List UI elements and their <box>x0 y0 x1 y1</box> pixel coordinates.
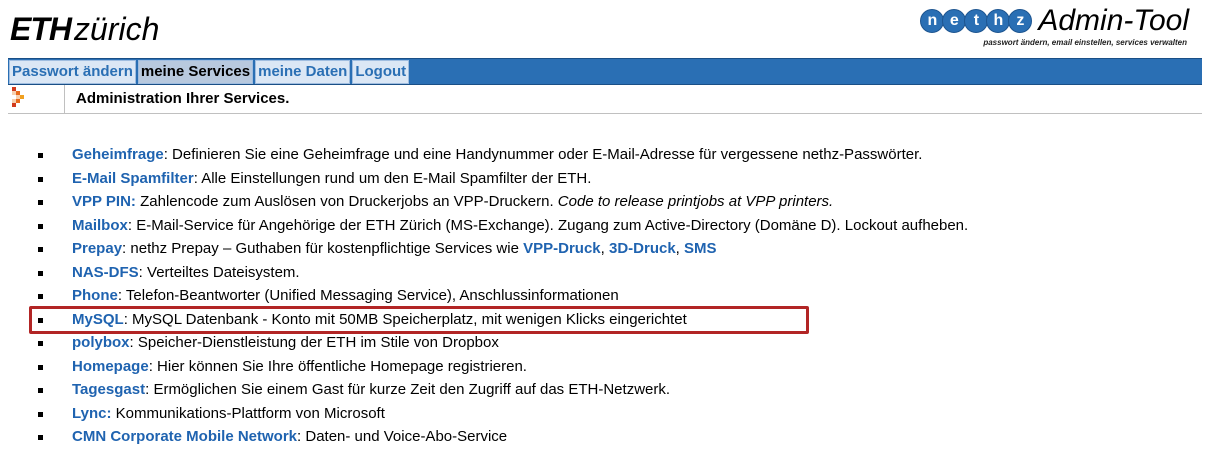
service-description: Speicher-Dienstleistung der ETH im Stile… <box>137 334 499 351</box>
bullet-icon <box>38 317 43 323</box>
nethz-bubbles: n e t h z <box>920 9 1033 33</box>
service-separator: : <box>138 263 148 281</box>
service-item: polybox: Speicher-Dienstleistung der ETH… <box>38 331 968 355</box>
sub-service-link[interactable]: 3D-Druck <box>609 240 676 257</box>
link-separator: , <box>675 240 685 257</box>
bullet-icon <box>38 364 43 370</box>
bullet-icon <box>38 341 43 346</box>
bullet-icon <box>38 223 43 229</box>
service-description: Hier können Sie Ihre öffentliche Homepag… <box>157 357 527 375</box>
service-separator: : <box>129 334 138 351</box>
bullet-icon <box>38 411 43 417</box>
section-title: Administration Ihrer Services. <box>76 90 290 107</box>
admin-tool-tagline: passwort ändern, email einstellen, servi… <box>983 38 1187 47</box>
bullet-icon <box>38 153 43 158</box>
service-description: Definieren Sie eine Geheimfrage und eine… <box>172 146 923 163</box>
nethz-letter-t: t <box>964 9 989 33</box>
bullet-icon <box>38 176 43 182</box>
service-link[interactable]: NAS-DFS <box>72 264 139 281</box>
service-link[interactable]: VPP PIN: <box>72 193 136 210</box>
service-description-english: Code to release printjobs at VPP printer… <box>557 193 834 210</box>
nav-logout[interactable]: Logout <box>352 60 410 84</box>
page-header: ETHzürich n e t h z Admin-Tool passwort … <box>0 0 1207 58</box>
eth-zurich-logo[interactable]: ETHzürich <box>10 12 159 46</box>
service-link[interactable]: Phone <box>72 287 118 304</box>
service-description: MySQL Datenbank - Konto mit 50MB Speiche… <box>132 310 687 328</box>
service-item: E-Mail Spamfilter: Alle Einstellungen ru… <box>38 167 968 191</box>
service-description: Kommunikations-Plattform von Microsoft <box>115 404 385 422</box>
nav-meine-daten[interactable]: meine Daten <box>255 60 351 84</box>
service-description: Daten- und Voice-Abo-Service <box>305 428 508 445</box>
service-description: Zahlencode zum Auslösen von Druckerjobs … <box>140 193 558 210</box>
service-description: E-Mail-Service für Angehörige der ETH Zü… <box>136 216 969 234</box>
service-list: Geheimfrage: Definieren Sie eine Geheimf… <box>38 143 968 449</box>
service-link[interactable]: Homepage <box>72 358 149 375</box>
bullet-icon <box>38 435 43 440</box>
bullet-icon <box>38 294 43 299</box>
link-separator: , <box>600 240 609 257</box>
service-separator: : <box>127 216 137 234</box>
bullet-icon <box>38 200 43 205</box>
service-item: NAS-DFS: Verteiltes Dateisystem. <box>38 261 968 285</box>
service-link[interactable]: Tagesgast <box>72 381 145 398</box>
service-item: Homepage: Hier können Sie Ihre öffentlic… <box>38 355 968 379</box>
nav-meine-services[interactable]: meine Services <box>137 60 254 84</box>
service-item: Phone: Telefon-Beantworter (Unified Mess… <box>38 284 968 308</box>
nav-passwort-aendern[interactable]: Passwort ändern <box>9 60 136 84</box>
bullet-icon <box>38 270 43 276</box>
service-link[interactable]: polybox <box>72 334 130 351</box>
nethz-letter-h: h <box>986 9 1011 33</box>
service-link[interactable]: Lync: <box>72 405 111 422</box>
service-item: Tagesgast: Ermöglichen Sie einem Gast fü… <box>38 378 968 402</box>
service-link[interactable]: Mailbox <box>72 217 128 234</box>
nethz-admin-tool-logo: n e t h z Admin-Tool passwort ändern, em… <box>920 4 1189 47</box>
service-separator: : <box>163 146 173 163</box>
sub-service-link[interactable]: VPP-Druck <box>523 240 601 257</box>
service-item: VPP PIN: Zahlencode zum Auslösen von Dru… <box>38 190 968 214</box>
bullet-icon <box>38 388 43 393</box>
service-item: Lync: Kommunikations-Plattform von Micro… <box>38 402 968 426</box>
section-divider <box>64 85 65 113</box>
main-nav: Passwort ändern meine Services meine Dat… <box>8 58 1202 85</box>
service-description: Telefon-Beantworter (Unified Messaging S… <box>125 287 619 304</box>
service-link[interactable]: CMN Corporate Mobile Network <box>72 428 297 445</box>
service-link[interactable]: MySQL <box>72 311 124 328</box>
service-separator: : <box>148 357 158 375</box>
service-item: Geheimfrage: Definieren Sie eine Geheimf… <box>38 143 968 167</box>
service-description: nethz Prepay – Guthaben für kostenpflich… <box>130 240 524 257</box>
section-header: Administration Ihrer Services. <box>8 85 1202 114</box>
service-separator: : <box>117 287 126 304</box>
service-link[interactable]: Geheimfrage <box>72 146 164 163</box>
nethz-letter-z: z <box>1008 9 1033 33</box>
service-item: Prepay: nethz Prepay – Guthaben für kost… <box>38 237 968 261</box>
bullet-icon <box>38 247 43 252</box>
service-link[interactable]: Prepay <box>72 240 122 257</box>
nethz-letter-e: e <box>942 9 967 33</box>
service-item: MySQL: MySQL Datenbank - Konto mit 50MB … <box>38 308 968 332</box>
eth-logo-text: ETH <box>10 11 72 47</box>
service-item: Mailbox: E-Mail-Service für Angehörige d… <box>38 214 968 238</box>
service-description: Ermöglichen Sie einem Gast für kurze Zei… <box>153 381 671 398</box>
zurich-logo-text: zürich <box>74 11 160 47</box>
chevron-right-icon <box>12 87 24 107</box>
nethz-letter-n: n <box>920 9 945 33</box>
service-description: Verteiltes Dateisystem. <box>147 263 300 281</box>
service-separator: : <box>123 310 133 328</box>
service-description: Alle Einstellungen rund um den E-Mail Sp… <box>201 169 592 187</box>
admin-tool-title: Admin-Tool <box>1038 4 1189 37</box>
service-link[interactable]: E-Mail Spamfilter <box>72 170 194 187</box>
sub-service-link[interactable]: SMS <box>684 240 717 257</box>
